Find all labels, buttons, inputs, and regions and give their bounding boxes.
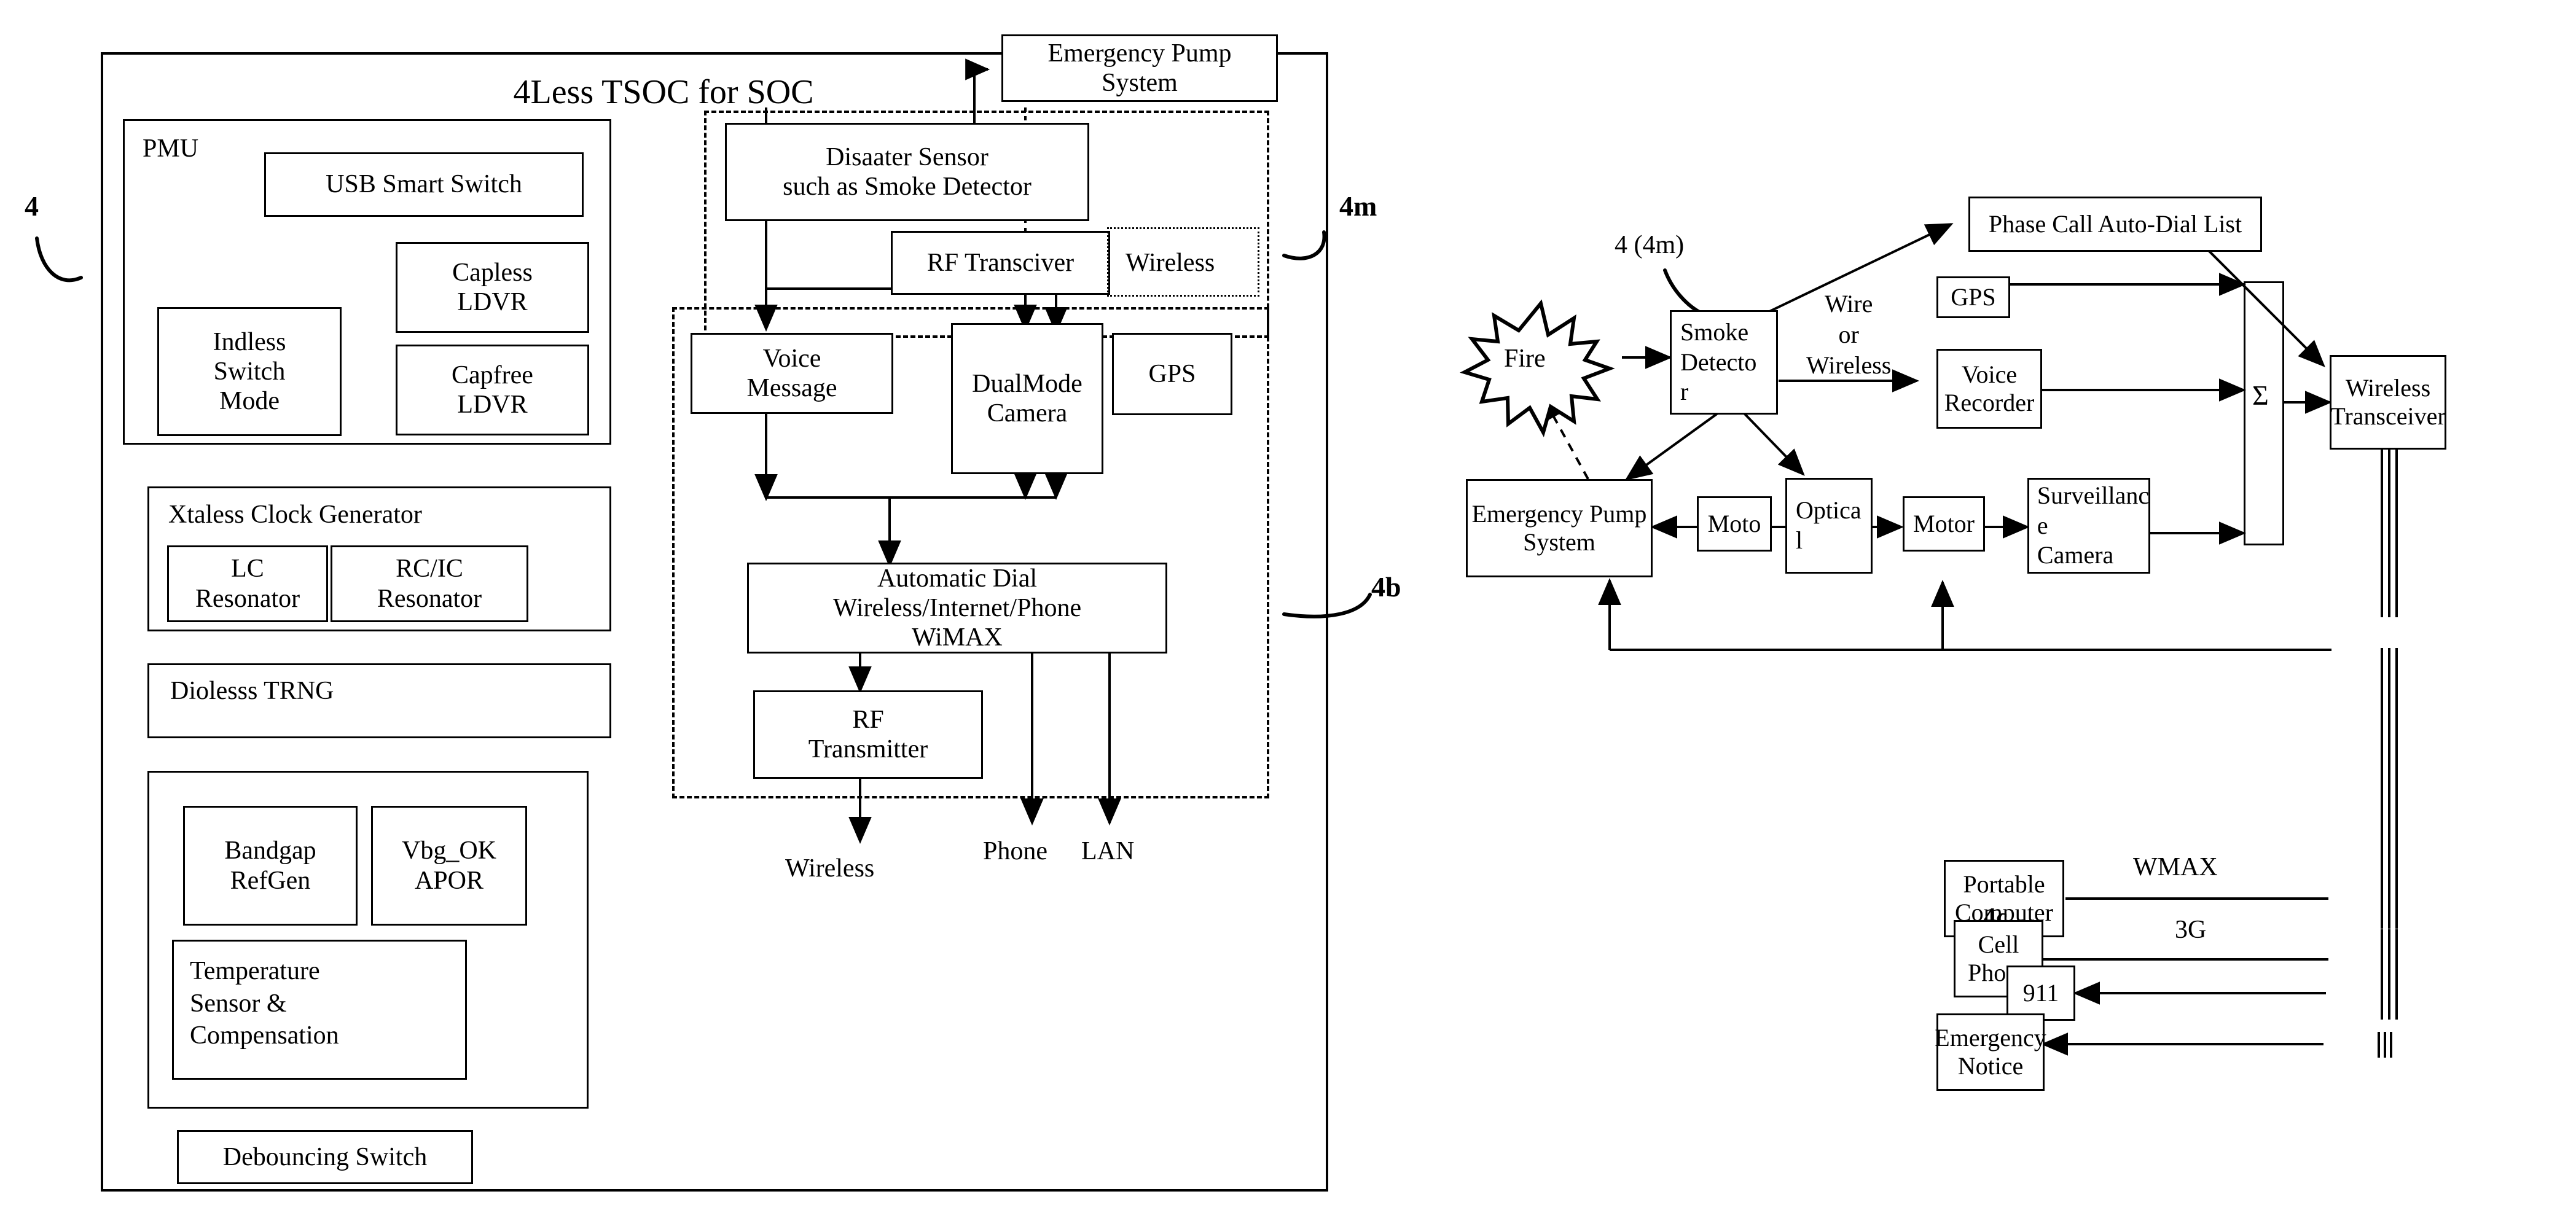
wireless-tag-label: Wireless xyxy=(1126,249,1215,277)
debouncing-switch-block[interactable]: Debouncing Switch xyxy=(177,1130,473,1184)
ref-label-4: 4 xyxy=(25,190,39,222)
automatic-dial-block[interactable]: Automatic Dial Wireless/Internet/Phone W… xyxy=(747,563,1167,654)
wire-or-wireless-label: Wire or Wireless xyxy=(1806,290,1892,379)
motor-block[interactable]: Motor xyxy=(1903,496,1985,552)
figure-canvas: Fire --> xyxy=(0,0,2576,1229)
ref-label-4m: 4m xyxy=(1339,190,1377,222)
optical-label: Optica l xyxy=(1796,496,1862,554)
ref-label-4-4m: 4 (4m) xyxy=(1615,231,1685,259)
clock-block-rc-ic-resonator[interactable]: RC/IC Resonator xyxy=(331,545,528,622)
phase-call-auto-dial-list-block[interactable]: Phase Call Auto-Dial List xyxy=(1968,197,2262,252)
gps-block-right[interactable]: GPS xyxy=(1936,276,2010,318)
pmu-block-capfree-ldvr[interactable]: Capfree LDVR xyxy=(396,345,589,435)
clock-block-lc-resonator[interactable]: LC Resonator xyxy=(167,545,328,622)
wmax-label: WMAX xyxy=(2133,853,2218,881)
left-emergency-pump-block[interactable]: Emergency Pump System xyxy=(1001,34,1278,102)
temperature-sensor-label: Temperature Sensor & Compensation xyxy=(190,957,339,1050)
analog-block-bandgap-refgen[interactable]: Bandgap RefGen xyxy=(183,806,358,926)
antenna-bus-group xyxy=(2378,387,2398,1058)
moto-block[interactable]: Moto xyxy=(1697,496,1772,552)
pmu-block-indless-switch-mode[interactable]: Indless Switch Mode xyxy=(157,307,342,436)
wire-detector-to-pump xyxy=(1624,410,1721,481)
right-emergency-pump-block[interactable]: Emergency Pump System xyxy=(1466,479,1653,577)
ref-leader-4 xyxy=(35,236,83,283)
output-label-phone: Phone xyxy=(983,837,1047,865)
ref-leader-4-4m xyxy=(1663,268,1701,314)
smoke-detector-block[interactable]: Smoke Detecto r xyxy=(1670,310,1778,415)
summation-symbol: Σ xyxy=(2252,380,2269,411)
surveillance-camera-block[interactable]: Surveillanc e Camera xyxy=(2027,478,2150,574)
nine-one-one-block[interactable]: 911 xyxy=(2006,966,2075,1021)
rf-transceiver-block[interactable]: RF Transciver xyxy=(891,231,1110,295)
analog-block-vbg-ok-apor[interactable]: Vbg_OK APOR xyxy=(371,806,527,926)
disaster-sensor-block[interactable]: Disaater Sensor such as Smoke Detector xyxy=(725,123,1089,221)
analog-block-temperature-sensor[interactable]: Temperature Sensor & Compensation xyxy=(172,940,467,1080)
pmu-block-capless-ldvr[interactable]: Capless LDVR xyxy=(396,242,589,333)
pmu-block-usb-smart-switch[interactable]: USB Smart Switch xyxy=(264,152,584,217)
emergency-notice-block[interactable]: Emergency Notice xyxy=(1935,1013,2046,1091)
wireless-transceiver-block[interactable]: Wireless Transceiver xyxy=(2330,355,2446,450)
wire-pump-to-fire-dashed xyxy=(1541,393,1589,480)
three-g-label: 3G xyxy=(2175,916,2207,944)
gps-block-left[interactable]: GPS xyxy=(1112,333,1232,415)
optical-block[interactable]: Optica l xyxy=(1785,478,1873,574)
clock-generator-label: Xtaless Clock Generator xyxy=(168,501,422,529)
fire-label: Fire xyxy=(1504,345,1546,373)
output-label-lan: LAN xyxy=(1081,837,1135,865)
wire-detector-to-optical xyxy=(1742,412,1805,476)
dualmode-camera-block[interactable]: DualMode Camera xyxy=(951,323,1103,474)
rf-transmitter-block[interactable]: RF Transmitter xyxy=(753,690,983,779)
left-diagram-title: 4Less TSOC for SOC xyxy=(513,73,814,111)
smoke-detector-label: Smoke Detecto r xyxy=(1680,318,1757,406)
voice-message-block[interactable]: Voice Message xyxy=(691,333,893,414)
output-label-wireless: Wireless xyxy=(785,854,875,883)
voice-recorder-block[interactable]: Voice Recorder xyxy=(1936,349,2042,429)
ref-label-4b: 4b xyxy=(1371,571,1401,603)
summation-column xyxy=(2244,281,2284,545)
trng-label: Diolesss TRNG xyxy=(170,677,334,705)
surveillance-camera-label: Surveillanc e Camera xyxy=(2037,481,2150,569)
pmu-group-label: PMU xyxy=(143,135,199,163)
trng-block[interactable]: Diolesss TRNG xyxy=(147,663,611,738)
